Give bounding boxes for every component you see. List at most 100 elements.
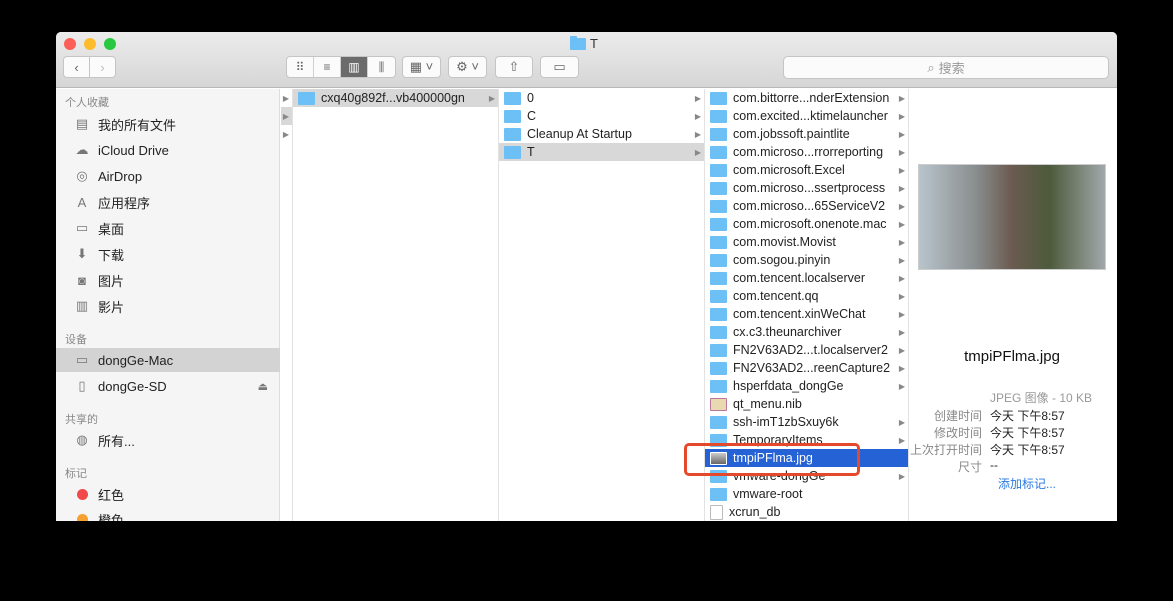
column-view-icon[interactable]: ▥ bbox=[341, 57, 368, 77]
forward-button[interactable]: › bbox=[89, 56, 116, 78]
list-item[interactable]: com.tencent.xinWeChat ▶ bbox=[705, 305, 908, 323]
action-button[interactable]: ⚙ ˅ bbox=[448, 56, 487, 78]
list-item[interactable]: com.excited...ktimelauncher ▶ bbox=[705, 107, 908, 125]
list-item[interactable]: cx.c3.theunarchiver ▶ bbox=[705, 323, 908, 341]
folder-icon bbox=[710, 289, 727, 303]
sidebar-item-airdrop[interactable]: ◎ AirDrop bbox=[56, 164, 280, 188]
cover-flow-icon[interactable]: ⫼ bbox=[368, 57, 395, 77]
list-item[interactable]: ▶ bbox=[281, 107, 292, 125]
list-item[interactable]: FN2V63AD2...reenCapture2 ▶ bbox=[705, 359, 908, 377]
sidebar-item-tag-red[interactable]: 红色 bbox=[56, 482, 280, 506]
folder-icon bbox=[504, 145, 521, 159]
sidebar-item-all-shared[interactable]: ◍ 所有... bbox=[56, 428, 280, 452]
item-name: T bbox=[527, 145, 535, 159]
sidebar-item-downloads[interactable]: ⬇ 下载 bbox=[56, 242, 280, 266]
icon-view-icon[interactable]: ⠿ bbox=[287, 57, 314, 77]
sidebar-item-all-files[interactable]: ▤ 我的所有文件 bbox=[56, 112, 280, 136]
disclosure-icon: ▶ bbox=[488, 93, 495, 103]
disclosure-icon: ▶ bbox=[898, 435, 905, 445]
item-name: com.jobssoft.paintlite bbox=[733, 127, 850, 141]
list-item[interactable]: FN2V63AD2...t.localserver2 ▶ bbox=[705, 341, 908, 359]
column-2: 0 ▶ C ▶ Cleanup At Startup ▶ T ▶ bbox=[499, 89, 705, 521]
sidebar-item-icloud[interactable]: ☁ iCloud Drive bbox=[56, 138, 280, 162]
info-label: 修改时间 bbox=[933, 426, 982, 440]
list-item[interactable]: 0 ▶ bbox=[499, 89, 704, 107]
shared-header: 共享的 bbox=[65, 414, 98, 426]
list-item[interactable]: ssh-imT1zbSxuy6k ▶ bbox=[705, 413, 908, 431]
sidebar: 个人收藏 ▤ 我的所有文件 ☁ iCloud Drive ◎ AirDrop A 应用程… bbox=[56, 89, 280, 521]
disclosure-icon: ▶ bbox=[694, 93, 701, 103]
sidebar-item-movies[interactable]: ▥ 影片 bbox=[56, 294, 280, 318]
chevron-right-icon: › bbox=[100, 59, 105, 75]
list-item[interactable]: qt_menu.nib bbox=[705, 395, 908, 413]
airdrop-icon: ◎ bbox=[76, 168, 88, 183]
list-item[interactable]: com.sogou.pinyin ▶ bbox=[705, 251, 908, 269]
list-item[interactable]: cxq40g892f...vb400000gn ▶ bbox=[293, 89, 498, 107]
search-input[interactable]: ⌕ 搜索 bbox=[783, 56, 1109, 79]
list-item[interactable]: xcrun_db bbox=[705, 503, 908, 521]
item-name: 0 bbox=[527, 91, 534, 105]
sidebar-item-label: 下载 bbox=[98, 247, 125, 263]
tags-button[interactable]: ▭ bbox=[540, 56, 579, 78]
folder-icon bbox=[710, 235, 727, 249]
info-label: 上次打开时间 bbox=[909, 443, 982, 457]
eject-icon[interactable]: ⏏ bbox=[258, 380, 268, 393]
info-value: 今天 下午8:57 bbox=[990, 409, 1065, 423]
disclosure-icon: ▶ bbox=[898, 291, 905, 301]
minimize-button[interactable] bbox=[84, 38, 96, 50]
add-tags-link[interactable]: 添加标记... bbox=[998, 475, 1056, 492]
list-item[interactable]: vmware-root bbox=[705, 485, 908, 503]
list-item[interactable]: com.movist.Movist ▶ bbox=[705, 233, 908, 251]
disclosure-icon: ▶ bbox=[898, 183, 905, 193]
laptop-icon: ▭ bbox=[75, 352, 89, 367]
list-item[interactable]: com.microsoft.Excel ▶ bbox=[705, 161, 908, 179]
sidebar-item-label: AirDrop bbox=[98, 168, 143, 184]
back-button[interactable]: ‹ bbox=[63, 56, 90, 78]
folder-icon bbox=[710, 379, 727, 393]
sidebar-item-tag-orange[interactable]: 橙色 bbox=[56, 507, 280, 521]
list-item[interactable]: com.microso...rrorreporting ▶ bbox=[705, 143, 908, 161]
list-item[interactable]: com.tencent.localserver ▶ bbox=[705, 269, 908, 287]
list-item[interactable]: com.microso...ssertprocess ▶ bbox=[705, 179, 908, 197]
folder-icon bbox=[504, 91, 521, 105]
share-button[interactable]: ⇧ bbox=[495, 56, 533, 78]
red-tag-icon bbox=[74, 487, 90, 501]
arrange-button[interactable]: ▦ ˅ bbox=[402, 56, 441, 78]
document-icon bbox=[710, 504, 723, 520]
close-button[interactable] bbox=[64, 38, 76, 50]
folder-icon bbox=[710, 271, 727, 285]
list-item[interactable]: com.jobssoft.paintlite ▶ bbox=[705, 125, 908, 143]
list-item[interactable]: com.microso...65ServiceV2 ▶ bbox=[705, 197, 908, 215]
zoom-button[interactable] bbox=[104, 38, 116, 50]
sidebar-item-label: 图片 bbox=[98, 273, 125, 289]
search-icon: ⌕ bbox=[927, 59, 935, 75]
folder-icon bbox=[710, 127, 727, 141]
list-item[interactable]: com.tencent.qq ▶ bbox=[705, 287, 908, 305]
view-switcher[interactable]: ⠿ ≡ ▥ ⫼ bbox=[286, 56, 396, 78]
sidebar-item-dongge-sd[interactable]: ▯ dongGe-SD ⏏ bbox=[56, 374, 280, 398]
list-item[interactable]: com.microsoft.onenote.mac ▶ bbox=[705, 215, 908, 233]
sidebar-item-label: 影片 bbox=[98, 299, 125, 315]
sidebar-item-pictures[interactable]: ◙ 图片 bbox=[56, 268, 280, 292]
list-item[interactable]: ▶ bbox=[281, 89, 292, 107]
list-view-icon[interactable]: ≡ bbox=[314, 57, 341, 77]
sidebar-item-label: 红色 bbox=[98, 487, 125, 503]
sidebar-item-applications[interactable]: A 应用程序 bbox=[56, 190, 280, 214]
list-item[interactable]: ▶ bbox=[281, 125, 292, 143]
folder-icon bbox=[710, 109, 727, 123]
disclosure-icon: ▶ bbox=[898, 381, 905, 391]
sidebar-item-desktop[interactable]: ▭ 桌面 bbox=[56, 216, 280, 240]
folder-icon bbox=[298, 91, 315, 105]
item-name: com.movist.Movist bbox=[733, 235, 836, 249]
list-item[interactable]: C ▶ bbox=[499, 107, 704, 125]
grid-icon: ▦ ˅ bbox=[409, 59, 434, 74]
item-name: FN2V63AD2...reenCapture2 bbox=[733, 361, 891, 375]
disclosure-icon: ▶ bbox=[282, 111, 289, 121]
list-item[interactable]: T ▶ bbox=[499, 143, 704, 161]
sidebar-item-label: 橙色 bbox=[98, 512, 125, 522]
list-item[interactable]: Cleanup At Startup ▶ bbox=[499, 125, 704, 143]
sidebar-item-dongge-mac[interactable]: ▭ dongGe-Mac bbox=[56, 348, 280, 372]
folder-icon bbox=[710, 253, 727, 267]
list-item[interactable]: com.bittorre...nderExtension ▶ bbox=[705, 89, 908, 107]
list-item[interactable]: hsperfdata_dongGe ▶ bbox=[705, 377, 908, 395]
